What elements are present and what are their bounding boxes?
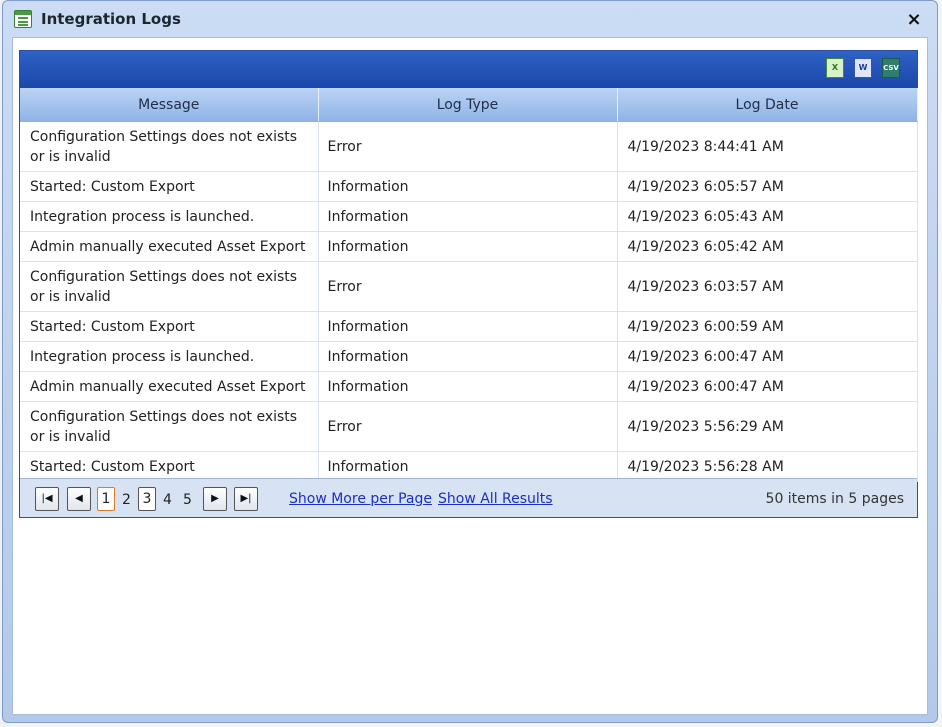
table-row[interactable]: Integration process is launched. Informa… [20,201,918,232]
message-cell: Configuration Settings does not exists o… [20,401,319,452]
log-type-cell: Error [318,261,618,312]
column-header-message[interactable]: Message [20,88,319,122]
page-link-5[interactable]: 5 [183,492,192,508]
table-row[interactable]: Configuration Settings does not exists o… [20,121,918,172]
show-all-results-link[interactable]: Show All Results [438,491,553,507]
message-cell: Started: Custom Export [20,171,319,202]
grid-toolbar: X W CSV [20,51,917,88]
log-list-icon [14,10,32,28]
log-date-cell: 4/19/2023 6:05:43 AM [617,201,918,232]
log-date-cell: 4/19/2023 6:03:57 AM [617,261,918,312]
page-link-1[interactable]: 1 [97,487,115,511]
logs-grid: X W CSV Message Log Type Log Date Config… [19,50,918,518]
log-type-cell: Error [318,121,618,172]
log-date-cell: 4/19/2023 6:05:42 AM [617,231,918,262]
log-date-cell: 4/19/2023 6:00:47 AM [617,371,918,402]
table-row[interactable]: Admin manually executed Asset Export Inf… [20,371,918,402]
dialog-content: X W CSV Message Log Type Log Date Config… [12,37,928,715]
title-bar[interactable]: Integration Logs × [3,1,937,37]
message-cell: Configuration Settings does not exists o… [20,121,319,172]
log-type-cell: Information [318,311,618,342]
column-header-log-type[interactable]: Log Type [318,88,618,122]
message-cell: Configuration Settings does not exists o… [20,261,319,312]
pager-summary: 50 items in 5 pages [765,491,904,507]
log-type-cell: Information [318,451,618,482]
log-type-cell: Information [318,201,618,232]
close-icon[interactable]: × [905,11,923,29]
table-row[interactable]: Started: Custom Export Information 4/19/… [20,451,918,482]
excel-export-icon[interactable]: X [826,58,844,78]
log-date-cell: 4/19/2023 6:00:47 AM [617,341,918,372]
pager: |◀ ◀ 1 2 3 4 5 ▶ ▶| Show More per Page S… [20,478,917,517]
log-date-cell: 4/19/2023 8:44:41 AM [617,121,918,172]
last-page-icon[interactable]: ▶| [234,487,258,511]
page-link-3[interactable]: 3 [138,487,156,511]
next-page-icon[interactable]: ▶ [203,487,227,511]
dialog-title: Integration Logs [41,10,181,28]
message-cell: Admin manually executed Asset Export [20,231,319,262]
message-cell: Started: Custom Export [20,311,319,342]
log-type-cell: Information [318,171,618,202]
integration-logs-dialog: Integration Logs × X W CSV Message Log T… [2,0,938,723]
message-cell: Integration process is launched. [20,341,319,372]
page-link-4[interactable]: 4 [163,492,172,508]
log-type-cell: Information [318,341,618,372]
log-type-cell: Error [318,401,618,452]
table-row[interactable]: Started: Custom Export Information 4/19/… [20,311,918,342]
page-link-2[interactable]: 2 [122,492,131,508]
log-date-cell: 4/19/2023 6:05:57 AM [617,171,918,202]
column-header-log-date[interactable]: Log Date [617,88,918,122]
previous-page-icon[interactable]: ◀ [67,487,91,511]
logs-table: Message Log Type Log Date Configuration … [20,88,918,482]
log-type-cell: Information [318,231,618,262]
log-date-cell: 4/19/2023 5:56:28 AM [617,451,918,482]
csv-export-icon[interactable]: CSV [882,58,900,78]
message-cell: Integration process is launched. [20,201,319,232]
word-export-icon[interactable]: W [854,58,872,78]
log-type-cell: Information [318,371,618,402]
table-row[interactable]: Admin manually executed Asset Export Inf… [20,231,918,262]
table-row[interactable]: Integration process is launched. Informa… [20,341,918,372]
log-date-cell: 4/19/2023 5:56:29 AM [617,401,918,452]
table-row[interactable]: Configuration Settings does not exists o… [20,261,918,312]
first-page-icon[interactable]: |◀ [35,487,59,511]
show-more-per-page-link[interactable]: Show More per Page [289,491,432,507]
table-row[interactable]: Started: Custom Export Information 4/19/… [20,171,918,202]
message-cell: Admin manually executed Asset Export [20,371,319,402]
log-date-cell: 4/19/2023 6:00:59 AM [617,311,918,342]
message-cell: Started: Custom Export [20,451,319,482]
table-row[interactable]: Configuration Settings does not exists o… [20,401,918,452]
